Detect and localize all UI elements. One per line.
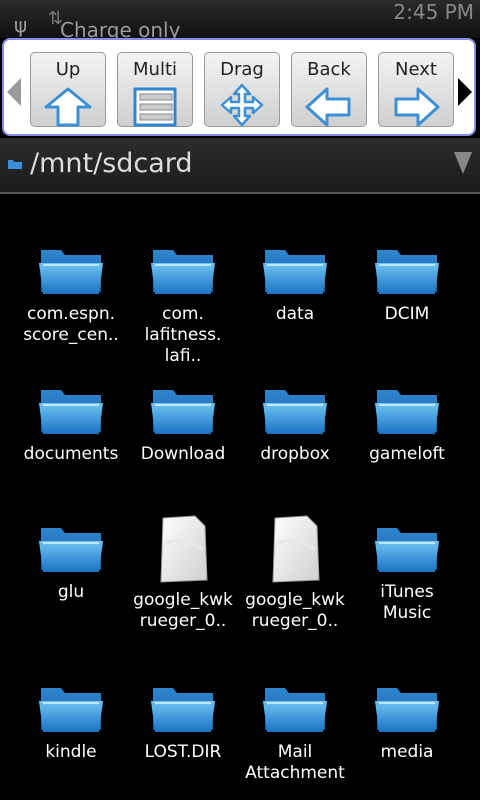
up-button-label: Up xyxy=(55,59,81,80)
path-dropdown-icon[interactable] xyxy=(454,152,472,174)
folder-item[interactable]: Mail Attachment xyxy=(239,674,351,784)
folder-icon xyxy=(351,674,463,738)
folder-icon xyxy=(15,514,127,578)
current-path: /mnt/sdcard xyxy=(30,148,193,179)
notification-text: Charge only xyxy=(60,18,181,38)
folder-item[interactable]: media xyxy=(351,674,463,763)
folder-small-icon xyxy=(8,160,22,169)
folder-icon xyxy=(15,376,127,440)
item-name: Download xyxy=(140,444,226,464)
toolbar: Up Multi Drag Back Next xyxy=(2,38,476,136)
folder-icon xyxy=(127,236,239,300)
up-button[interactable]: Up xyxy=(30,52,106,127)
folder-icon xyxy=(239,674,351,738)
item-name: google_kwk rueger_0.. xyxy=(133,590,233,631)
folder-item[interactable]: com.espn. score_cen.. xyxy=(15,236,127,346)
item-name: glu xyxy=(57,582,85,602)
item-name: iTunes Music xyxy=(380,582,434,623)
next-button-label: Next xyxy=(395,59,437,80)
item-name: google_kwk rueger_0.. xyxy=(245,590,345,631)
usb-icon: ψ xyxy=(14,13,28,37)
file-grid: com.espn. score_cen.. com. lafitness. lafi..… xyxy=(0,196,480,800)
folder-item[interactable]: gameloft xyxy=(351,376,463,465)
multi-button-label: Multi xyxy=(133,59,177,80)
back-button-label: Back xyxy=(307,59,351,80)
folder-item[interactable]: com. lafitness. lafi.. xyxy=(127,236,239,367)
item-name: LOST.DIR xyxy=(144,742,222,762)
item-name: kindle xyxy=(45,742,97,762)
item-name: Mail Attachment xyxy=(245,742,345,783)
folder-icon xyxy=(239,236,351,300)
folder-icon xyxy=(351,236,463,300)
drag-move-icon xyxy=(220,83,264,127)
document-icon xyxy=(127,514,239,586)
item-name: data xyxy=(275,304,315,324)
up-arrow-icon xyxy=(44,87,92,127)
multi-button[interactable]: Multi xyxy=(117,52,193,127)
scroll-right-icon[interactable] xyxy=(458,78,472,106)
document-icon xyxy=(239,514,351,586)
folder-icon xyxy=(127,376,239,440)
folder-item[interactable]: data xyxy=(239,236,351,325)
next-button[interactable]: Next xyxy=(378,52,454,127)
folder-icon xyxy=(15,674,127,738)
status-bar: ψ ⇅ Charge only 2:45 PM xyxy=(0,0,480,38)
file-item[interactable]: google_kwk rueger_0.. xyxy=(239,514,351,632)
folder-icon xyxy=(351,376,463,440)
item-name: com. lafitness. lafi.. xyxy=(144,304,222,366)
status-time: 2:45 PM xyxy=(393,0,474,24)
folder-item[interactable]: Download xyxy=(127,376,239,465)
item-name: gameloft xyxy=(369,444,445,464)
folder-item[interactable]: kindle xyxy=(15,674,127,763)
item-name: com.espn. score_cen.. xyxy=(23,304,119,345)
folder-icon xyxy=(351,514,463,578)
folder-item[interactable]: glu xyxy=(15,514,127,603)
item-name: dropbox xyxy=(260,444,330,464)
folder-icon xyxy=(127,674,239,738)
folder-item[interactable]: iTunes Music xyxy=(351,514,463,624)
item-name: DCIM xyxy=(384,304,430,324)
back-button[interactable]: Back xyxy=(291,52,367,127)
drag-button[interactable]: Drag xyxy=(204,52,280,127)
item-name: documents xyxy=(23,444,119,464)
next-arrow-icon xyxy=(394,87,440,127)
scroll-left-icon[interactable] xyxy=(7,78,21,106)
path-bar[interactable]: /mnt/sdcard xyxy=(0,138,480,194)
folder-item[interactable]: dropbox xyxy=(239,376,351,465)
item-name: media xyxy=(380,742,434,762)
folder-icon xyxy=(15,236,127,300)
folder-icon xyxy=(239,376,351,440)
drag-button-label: Drag xyxy=(220,59,264,80)
folder-item[interactable]: documents xyxy=(15,376,127,465)
folder-item[interactable]: LOST.DIR xyxy=(127,674,239,763)
back-arrow-icon xyxy=(305,87,351,127)
folder-item[interactable]: DCIM xyxy=(351,236,463,325)
multi-select-icon xyxy=(133,87,177,127)
file-item[interactable]: google_kwk rueger_0.. xyxy=(127,514,239,632)
